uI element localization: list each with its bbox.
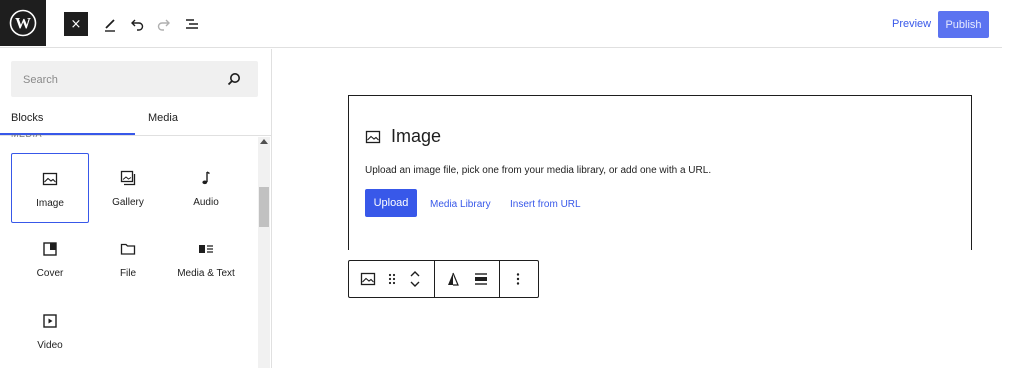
file-icon — [120, 243, 136, 255]
block-item-audio[interactable]: Audio — [167, 153, 245, 223]
redo-icon — [157, 19, 170, 31]
undo-icon — [131, 19, 144, 31]
search-placeholder: Search — [23, 74, 58, 86]
tab-media[interactable]: Media — [148, 112, 178, 124]
block-item-label: Media & Text — [177, 268, 235, 279]
media-library-button[interactable]: Media Library — [430, 199, 491, 210]
block-item-label: Cover — [36, 268, 64, 279]
video-icon — [43, 314, 57, 328]
undo-button[interactable] — [127, 14, 147, 34]
drag-handle-button[interactable] — [382, 269, 402, 289]
tools-button[interactable] — [100, 14, 120, 34]
insert-from-url-button[interactable]: Insert from URL — [510, 199, 581, 210]
block-item-cover[interactable]: Cover — [11, 224, 89, 294]
audio-icon — [202, 171, 210, 185]
list-view-icon — [186, 19, 198, 29]
list-view-button[interactable] — [182, 14, 202, 34]
move-up-down-button[interactable] — [405, 269, 425, 289]
search-input[interactable]: Search — [11, 61, 258, 97]
block-inserter-panel: Search Blocks Media Media Image — [0, 49, 272, 368]
block-item-label: Audio — [193, 197, 219, 208]
block-item-video[interactable]: Video — [11, 296, 89, 366]
image-block-title: Image — [391, 126, 442, 146]
wordpress-logo[interactable]: W — [0, 0, 46, 46]
search-icon — [227, 73, 240, 86]
toolbar-separator — [434, 261, 435, 297]
drag-handle-icon — [388, 273, 396, 285]
more-options-button[interactable] — [508, 269, 528, 289]
image-block-description: Upload an image file, pick one from your… — [365, 165, 712, 176]
block-item-label: File — [119, 268, 137, 279]
block-toolbar — [348, 260, 539, 298]
scroll-thumb[interactable] — [259, 187, 269, 227]
more-options-icon — [516, 273, 520, 285]
move-up-down-icon — [410, 271, 420, 287]
image-icon — [360, 272, 376, 286]
editor-header: W × Preview Publish — [0, 0, 1002, 48]
block-item-label: Image — [36, 198, 64, 209]
gallery-icon — [120, 170, 136, 186]
inserter-scrollbar[interactable] — [258, 137, 270, 368]
svg-text:W: W — [15, 16, 31, 33]
align-icon — [448, 272, 459, 286]
image-icon — [365, 130, 381, 143]
publish-button[interactable]: Publish — [938, 11, 989, 38]
align-wide-button[interactable] — [471, 269, 491, 289]
upload-label: Upload — [373, 197, 409, 209]
preview-button[interactable]: Preview — [892, 18, 931, 30]
align-button[interactable] — [443, 269, 463, 289]
media-text-icon — [199, 245, 213, 253]
publish-label: Publish — [945, 18, 982, 31]
block-item-label: Video — [37, 340, 63, 351]
toolbar-separator — [499, 261, 500, 297]
tab-blocks[interactable]: Blocks — [11, 112, 43, 124]
align-wide-icon — [475, 273, 487, 285]
upload-button[interactable]: Upload — [365, 189, 417, 217]
image-block-placeholder[interactable]: Image Upload an image file, pick one fro… — [348, 95, 972, 250]
scroll-up-arrow-icon[interactable] — [260, 139, 268, 144]
redo-button[interactable] — [154, 14, 174, 34]
block-item-media-text[interactable]: Media & Text — [167, 224, 245, 294]
close-inserter-button[interactable]: × — [64, 12, 88, 36]
block-item-image[interactable]: Image — [11, 153, 89, 223]
cover-icon — [43, 242, 57, 256]
block-type-button[interactable] — [358, 269, 378, 289]
wordpress-icon: W — [9, 9, 37, 37]
block-item-gallery[interactable]: Gallery — [89, 153, 167, 223]
inserter-tabs: Blocks Media — [0, 105, 271, 136]
close-icon: × — [70, 16, 82, 32]
block-item-file[interactable]: File — [89, 224, 167, 294]
pen-icon — [105, 19, 115, 32]
block-item-label: Gallery — [112, 197, 144, 208]
image-icon — [42, 172, 58, 186]
